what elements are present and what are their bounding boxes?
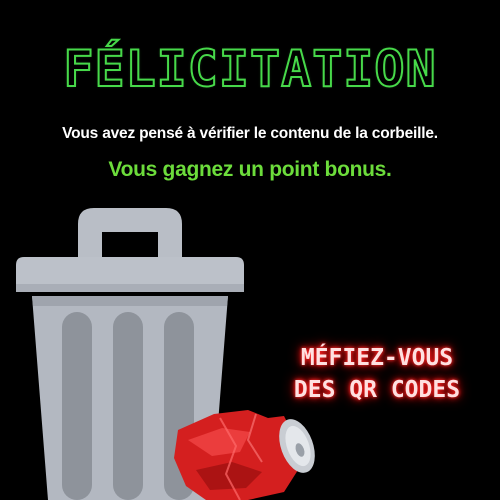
qr-code-warning: MÉFIEZ-VOUS DES QR CODES <box>262 342 492 406</box>
warning-line-1: MÉFIEZ-VOUS <box>300 345 454 371</box>
warning-line-2: DES QR CODES <box>293 377 461 403</box>
congratulation-screen: FÉLICITATION Vous avez pensé à vérifier … <box>0 0 500 500</box>
crushed-can-icon <box>174 410 315 500</box>
